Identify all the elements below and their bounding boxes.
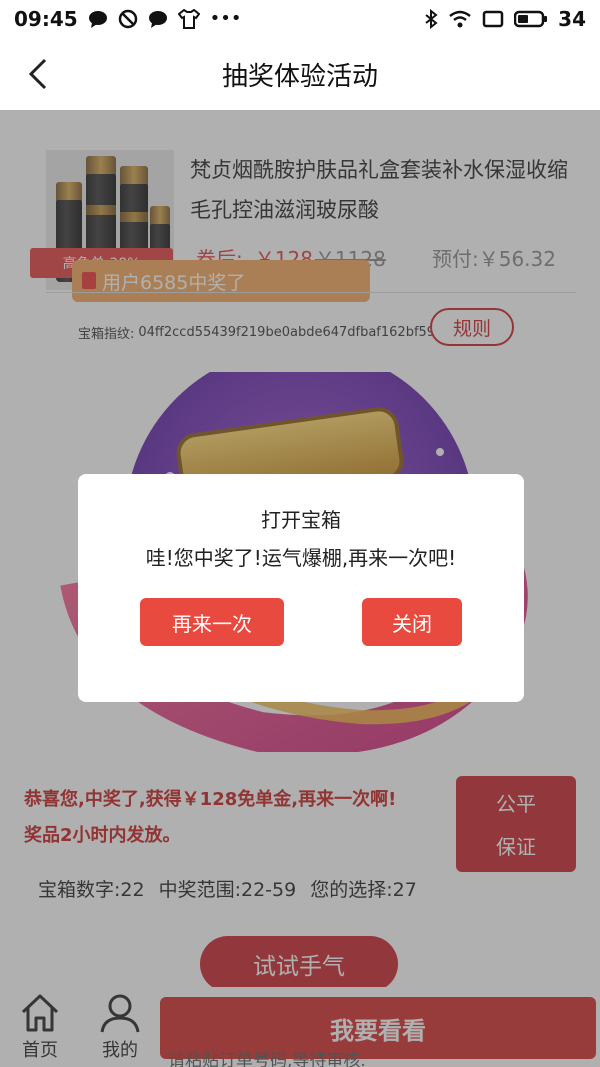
nav-header: 抽奖体验活动: [0, 38, 600, 110]
status-left: 09:45 •••: [14, 7, 242, 31]
close-button[interactable]: 关闭: [362, 598, 462, 646]
bluetooth-icon: [425, 9, 438, 29]
battery-percent: 34: [558, 7, 586, 31]
chat-icon: [88, 11, 107, 28]
status-time: 09:45: [14, 7, 78, 31]
screen-icon: [482, 10, 504, 28]
battery-icon: [514, 10, 548, 28]
status-bar: 09:45 ••• 34: [0, 0, 600, 38]
chevron-left-icon: [28, 58, 47, 90]
page-title: 抽奖体验活动: [221, 61, 378, 92]
block-icon: [118, 9, 137, 29]
status-right: 34: [424, 7, 586, 31]
more-icon: •••: [209, 8, 242, 29]
message-icon: [148, 11, 167, 28]
tshirt-icon: [177, 9, 200, 29]
wifi-icon: [449, 10, 471, 28]
play-again-button[interactable]: 再来一次: [140, 598, 284, 646]
dialog-message: 哇!您中奖了!运气爆棚,再来一次吧!: [145, 546, 457, 570]
open-chest-dialog: 打开宝箱 哇!您中奖了!运气爆棚,再来一次吧! 再来一次 关闭: [78, 474, 524, 702]
back-button[interactable]: [20, 56, 56, 92]
dialog-title: 打开宝箱: [261, 508, 341, 532]
